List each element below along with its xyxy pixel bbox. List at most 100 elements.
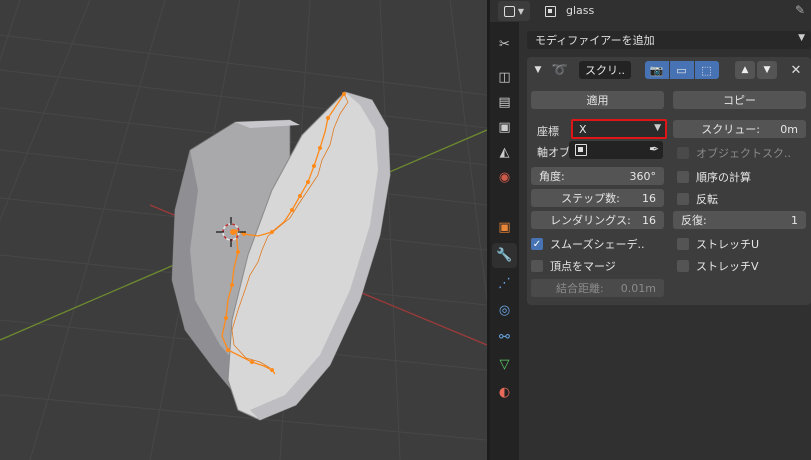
angle-value: 360° [629, 169, 657, 183]
stretch-v-label: ストレッチV [696, 260, 759, 273]
stretch-u-checkbox[interactable]: ストレッチU [677, 236, 759, 252]
tab-object[interactable]: ▣ [492, 215, 517, 240]
axis-label: 座標 [537, 125, 559, 138]
properties-tabs: ✂ ◫ ▤ ▣ ◭ ◉ ▣ 🔧 ⋰ ◎ ⚯ ▽ ◐ [490, 22, 519, 460]
tab-physics[interactable]: ◎ [492, 298, 517, 323]
move-down-icon[interactable]: ▼ [757, 61, 777, 79]
merge-vertices-checkbox[interactable]: 頂点をマージ [531, 258, 616, 274]
screw-field[interactable]: スクリュー: 0m [673, 120, 806, 138]
apply-button[interactable]: 適用 [531, 91, 664, 109]
tab-modifiers[interactable]: 🔧 [492, 243, 517, 268]
tab-render[interactable]: ◫ [492, 65, 517, 90]
iterations-label: 反復: [681, 214, 707, 227]
angle-field[interactable]: 角度: 360° [531, 167, 664, 185]
eyedropper-icon[interactable]: ✒ [649, 142, 659, 156]
axis-object-label: 軸オブ [537, 146, 570, 159]
checkbox-box: ✓ [531, 238, 543, 250]
tab-material[interactable]: ◐ [492, 380, 517, 405]
editmode-toggle-icon[interactable]: ⬚ [694, 61, 719, 79]
tab-output[interactable]: ▤ [492, 90, 517, 115]
tab-tool[interactable]: ✂ [492, 32, 517, 57]
calc-order-label: 順序の計算 [696, 171, 751, 184]
tool-icon: ✂ [499, 37, 510, 52]
axis-value: X [579, 122, 587, 136]
tab-world[interactable]: ◉ [492, 165, 517, 190]
data-icon: ▽ [499, 357, 510, 372]
angle-label: 角度: [539, 170, 565, 183]
chevron-down-icon: ▼ [798, 33, 805, 43]
axis-object-field[interactable]: ✒ [569, 141, 663, 159]
flip-label: 反転 [696, 193, 718, 206]
properties-header: ▼ glass ✎ [490, 0, 811, 22]
tab-data[interactable]: ▽ [492, 352, 517, 377]
display-toggles: 📷 ▭ ⬚ [644, 61, 719, 79]
editor-type-dropdown[interactable]: ▼ [498, 1, 530, 21]
checkbox-box [677, 193, 689, 205]
steps-value: 16 [642, 191, 656, 205]
merge-vertices-label: 頂点をマージ [550, 260, 616, 273]
properties-editor-icon [503, 5, 515, 17]
render-steps-value: 16 [642, 213, 656, 227]
steps-field[interactable]: ステップ数: 16 [531, 189, 664, 207]
stretch-v-checkbox[interactable]: ストレッチV [677, 258, 759, 274]
object-icon: ▣ [498, 220, 511, 235]
checkbox-box [677, 171, 689, 183]
render-toggle-icon[interactable]: 📷 [644, 61, 669, 79]
object-screw-checkbox[interactable]: オブジェクトスク.. [677, 145, 791, 161]
screw-modifier-panel: ▼ ➰ スクリ.. 📷 ▭ ⬚ ▲ ▼ ✕ 適用 コピー 座標 X ▼ スクリュ… [527, 57, 811, 305]
merge-distance-field[interactable]: 結合距離: 0.01m [531, 279, 664, 297]
scene-icon: ◭ [499, 145, 510, 160]
object-icon [575, 144, 587, 156]
viewport-scene [0, 0, 487, 460]
iterations-value: 1 [791, 213, 798, 227]
steps-label: ステップ数: [561, 192, 620, 205]
tab-constraints[interactable]: ⚯ [492, 325, 517, 350]
smooth-shading-label: スムーズシェーデ.. [550, 238, 645, 251]
iterations-field[interactable]: 反復: 1 [673, 211, 806, 229]
chevron-down-icon: ▼ [654, 123, 661, 133]
modifier-properties: モディファイアーを追加 ▼ ▼ ➰ スクリ.. 📷 ▭ ⬚ ▲ ▼ ✕ 適用 コ… [519, 22, 811, 460]
render-icon: ◫ [498, 70, 511, 85]
stretch-u-label: ストレッチU [696, 238, 760, 251]
view-layer-icon: ▣ [498, 120, 511, 135]
copy-button[interactable]: コピー [673, 91, 806, 109]
viewport-toggle-icon[interactable]: ▭ [669, 61, 694, 79]
output-icon: ▤ [498, 95, 511, 110]
checkbox-box [677, 260, 689, 272]
smooth-shading-checkbox[interactable]: ✓ スムーズシェーデ.. [531, 236, 644, 252]
screw-modifier-icon: ➰ [551, 62, 569, 78]
tab-view-layer[interactable]: ▣ [492, 115, 517, 140]
particles-icon: ⋰ [498, 276, 511, 291]
constraints-icon: ⚯ [499, 330, 510, 345]
checkbox-box [531, 260, 543, 272]
modifier-name-field[interactable]: スクリ.. [579, 61, 631, 79]
close-icon[interactable]: ✕ [789, 61, 803, 79]
axis-select[interactable]: X ▼ [571, 119, 667, 139]
merge-distance-value: 0.01m [620, 281, 656, 295]
object-name: glass [566, 4, 595, 17]
checkbox-box [677, 147, 689, 159]
calc-order-checkbox[interactable]: 順序の計算 [677, 169, 751, 185]
checkbox-box [677, 238, 689, 250]
render-steps-field[interactable]: レンダリングス: 16 [531, 211, 664, 229]
world-icon: ◉ [498, 170, 511, 185]
add-modifier-dropdown[interactable]: モディファイアーを追加 ▼ [527, 31, 811, 49]
move-up-icon[interactable]: ▲ [735, 61, 755, 79]
modifier-panel-header: ▼ ➰ スクリ.. 📷 ▭ ⬚ ▲ ▼ ✕ [527, 57, 811, 83]
object-icon [542, 1, 558, 21]
tab-scene[interactable]: ◭ [492, 140, 517, 165]
properties-editor: ▼ glass ✎ ✂ ◫ ▤ ▣ ◭ ◉ ▣ 🔧 ⋰ ◎ ⚯ ▽ ◐ モディフ… [490, 0, 811, 460]
tab-particles[interactable]: ⋰ [492, 271, 517, 296]
material-icon: ◐ [498, 385, 511, 400]
3d-viewport[interactable] [0, 0, 487, 460]
collapse-toggle-icon[interactable]: ▼ [532, 61, 544, 79]
render-steps-label: レンダリングス: [550, 214, 631, 227]
object-screw-label: オブジェクトスク.. [696, 147, 791, 160]
flip-checkbox[interactable]: 反転 [677, 191, 718, 207]
merge-distance-label: 結合距離: [556, 282, 604, 295]
screw-value: 0m [780, 122, 798, 136]
pin-icon[interactable]: ✎ [795, 3, 805, 17]
chevron-down-icon: ▼ [517, 6, 525, 16]
modifier-icon: 🔧 [496, 248, 513, 263]
physics-icon: ◎ [498, 303, 511, 318]
